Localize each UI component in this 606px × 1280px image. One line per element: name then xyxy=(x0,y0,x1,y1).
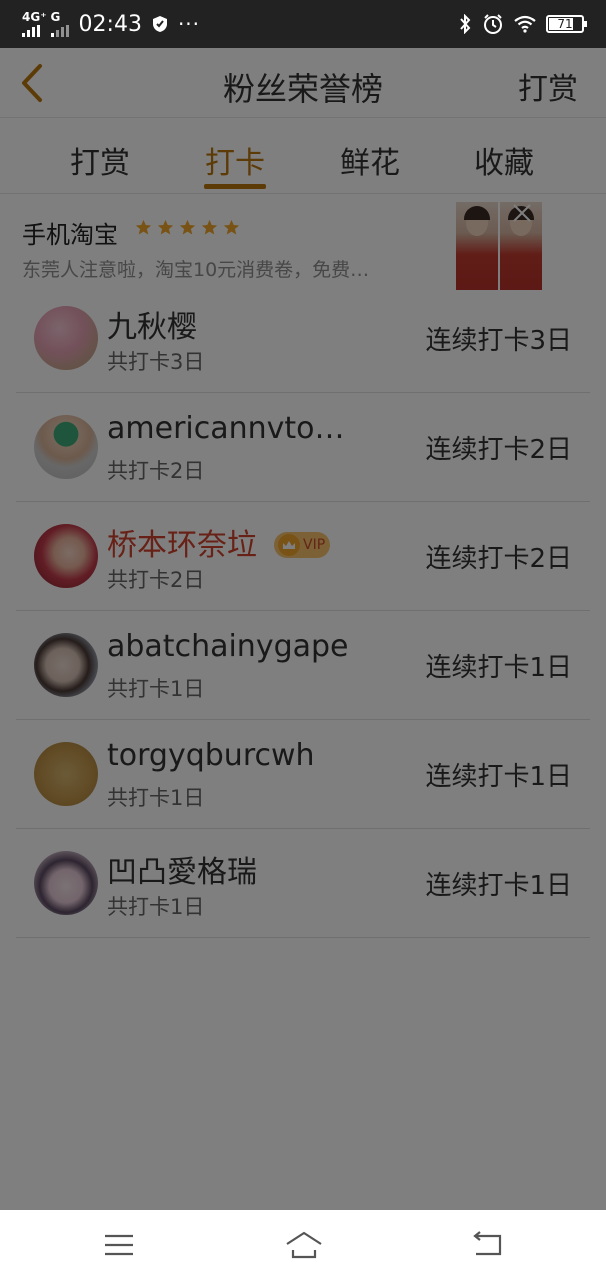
more-notifications-icon: ··· xyxy=(177,12,201,36)
network-type: 4G⁺ xyxy=(22,10,47,24)
network-type-2: G xyxy=(50,10,61,24)
checkin-total: 共打卡3日 xyxy=(107,350,205,374)
star-icon xyxy=(179,219,196,235)
checkin-total: 共打卡1日 xyxy=(107,895,205,919)
system-nav-bar xyxy=(0,1210,606,1280)
tab-bar: 打赏 打卡 鲜花 收藏 xyxy=(0,118,606,194)
checkin-streak: 连续打卡2日 xyxy=(425,435,572,465)
fan-name: americannvto… xyxy=(107,411,345,446)
ad-title: 手机淘宝 xyxy=(22,221,118,249)
tab-tip[interactable]: 打赏 xyxy=(70,138,130,182)
battery-level: 71 xyxy=(557,17,573,31)
page-title: 粉丝荣誉榜 xyxy=(222,70,383,108)
fan-name: 桥本环奈垃 xyxy=(107,528,257,563)
crown-icon xyxy=(278,534,300,556)
ad-rating xyxy=(135,219,240,236)
checkin-total: 共打卡1日 xyxy=(107,677,205,701)
back-icon[interactable] xyxy=(470,1230,504,1260)
tab-favorites[interactable]: 收藏 xyxy=(474,138,534,182)
bluetooth-icon xyxy=(460,14,471,34)
avatar xyxy=(34,524,98,588)
fan-name: 九秋樱 xyxy=(107,310,197,345)
checkin-streak: 连续打卡1日 xyxy=(425,762,572,792)
list-item[interactable]: 九秋樱 共打卡3日 连续打卡3日 xyxy=(16,284,590,393)
tab-checkin[interactable]: 打卡 xyxy=(205,138,265,182)
signal-icon xyxy=(22,25,47,37)
avatar xyxy=(34,742,98,806)
avatar xyxy=(34,633,98,697)
vip-badge: VIP xyxy=(274,532,330,558)
list-item[interactable]: 凹凸愛格瑞 共打卡1日 连续打卡1日 xyxy=(16,829,590,938)
ad-description: 东莞人注意啦，淘宝10元消费卷，免费… xyxy=(22,259,370,281)
avatar xyxy=(34,306,98,370)
home-icon[interactable] xyxy=(284,1230,324,1260)
checkin-streak: 连续打卡1日 xyxy=(425,653,572,683)
list-item[interactable]: 桥本环奈垃 VIP 共打卡2日 连续打卡2日 xyxy=(16,502,590,611)
star-icon xyxy=(223,219,240,235)
alarm-icon xyxy=(484,14,502,34)
star-icon xyxy=(157,219,174,235)
checkin-total: 共打卡2日 xyxy=(107,459,205,483)
star-icon xyxy=(201,219,218,235)
wifi-icon xyxy=(514,15,536,33)
app-header: 粉丝荣誉榜 打赏 xyxy=(0,48,606,118)
checkin-total: 共打卡2日 xyxy=(107,568,205,592)
fan-name: abatchainygape xyxy=(107,629,349,664)
clock: 02:43 xyxy=(78,11,142,37)
ad-banner[interactable]: 手机淘宝 东莞人注意啦，淘宝10元消费卷，免费… xyxy=(0,195,606,293)
checkin-total: 共打卡1日 xyxy=(107,786,205,810)
checkin-streak: 连续打卡1日 xyxy=(425,871,572,901)
avatar xyxy=(34,851,98,915)
signal-2-icon xyxy=(50,25,69,37)
active-tab-indicator xyxy=(204,184,266,189)
list-item[interactable]: americannvto… 共打卡2日 连续打卡2日 xyxy=(16,393,590,502)
battery-icon: 71 xyxy=(546,15,587,33)
tip-button[interactable]: 打赏 xyxy=(518,64,578,108)
status-bar: 4G⁺ G 02:43 ··· 71 xyxy=(0,0,606,48)
avatar xyxy=(34,415,98,479)
list-item[interactable]: torgyqburcwh 共打卡1日 连续打卡1日 xyxy=(16,720,590,829)
star-icon xyxy=(135,219,152,235)
fan-list: 九秋樱 共打卡3日 连续打卡3日 americannvto… 共打卡2日 连续打… xyxy=(16,284,590,938)
tab-flowers[interactable]: 鲜花 xyxy=(340,138,400,182)
vip-label: VIP xyxy=(303,537,326,553)
close-icon[interactable] xyxy=(512,203,532,223)
checkin-streak: 连续打卡2日 xyxy=(425,544,572,574)
network-indicator: 4G⁺ G xyxy=(22,11,69,37)
list-item[interactable]: abatchainygape 共打卡1日 连续打卡1日 xyxy=(16,611,590,720)
fan-name: 凹凸愛格瑞 xyxy=(107,855,257,890)
menu-icon[interactable] xyxy=(102,1230,136,1260)
checkin-streak: 连续打卡3日 xyxy=(425,326,572,356)
fan-name: torgyqburcwh xyxy=(107,738,315,773)
shield-icon xyxy=(152,16,167,32)
